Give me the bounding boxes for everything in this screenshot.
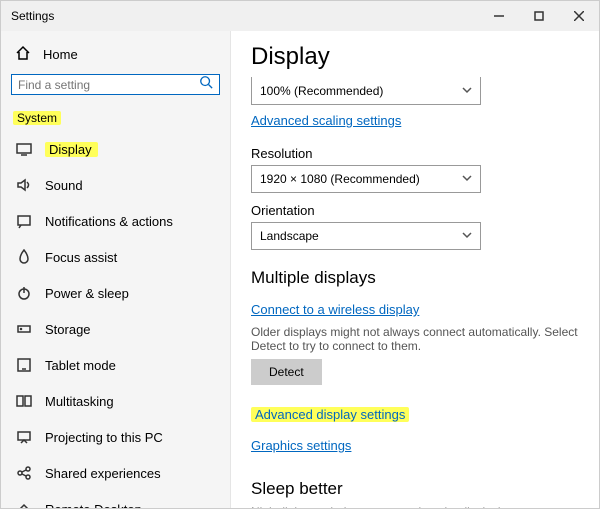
- sidebar: Home System Display Sound: [1, 31, 231, 508]
- sidebar-item-projecting[interactable]: Projecting to this PC: [11, 419, 220, 455]
- breadcrumb: System: [11, 107, 220, 131]
- sidebar-item-focus-assist[interactable]: Focus assist: [11, 239, 220, 275]
- home-link[interactable]: Home: [11, 39, 220, 74]
- sidebar-item-label: Power & sleep: [45, 286, 129, 301]
- sleep-desc: Night light can help you get to sleep by…: [251, 505, 579, 508]
- sidebar-item-label: Multitasking: [45, 394, 114, 409]
- sidebar-item-label: Focus assist: [45, 250, 117, 265]
- advanced-display-link[interactable]: Advanced display settings: [251, 407, 409, 422]
- sidebar-item-shared-experiences[interactable]: Shared experiences: [11, 455, 220, 491]
- content-pane: Display 100% (Recommended) Advanced scal…: [231, 31, 599, 508]
- search-input[interactable]: [18, 78, 199, 92]
- minimize-button[interactable]: [479, 1, 519, 31]
- orientation-dropdown[interactable]: Landscape: [251, 222, 481, 250]
- search-input-wrap[interactable]: [11, 74, 220, 95]
- multitasking-icon: [15, 392, 33, 410]
- close-button[interactable]: [559, 1, 599, 31]
- projecting-icon: [15, 428, 33, 446]
- sidebar-item-label: Remote Desktop: [45, 502, 142, 509]
- sidebar-item-storage[interactable]: Storage: [11, 311, 220, 347]
- shared-icon: [15, 464, 33, 482]
- display-icon: [15, 140, 33, 158]
- orientation-value: Landscape: [260, 229, 319, 243]
- storage-icon: [15, 320, 33, 338]
- titlebar: Settings: [1, 1, 599, 31]
- sidebar-item-multitasking[interactable]: Multitasking: [11, 383, 220, 419]
- resolution-dropdown[interactable]: 1920 × 1080 (Recommended): [251, 165, 481, 193]
- resolution-label: Resolution: [251, 146, 579, 161]
- multi-desc: Older displays might not always connect …: [251, 325, 579, 353]
- advanced-scaling-link[interactable]: Advanced scaling settings: [251, 113, 401, 128]
- tablet-icon: [15, 356, 33, 374]
- maximize-button[interactable]: [519, 1, 559, 31]
- sidebar-item-label: Notifications & actions: [45, 214, 173, 229]
- sidebar-item-label: Shared experiences: [45, 466, 161, 481]
- orientation-label: Orientation: [251, 203, 579, 218]
- sidebar-item-tablet-mode[interactable]: Tablet mode: [11, 347, 220, 383]
- home-label: Home: [43, 47, 78, 62]
- graphics-settings-link[interactable]: Graphics settings: [251, 438, 351, 453]
- connect-wireless-link[interactable]: Connect to a wireless display: [251, 302, 419, 317]
- resolution-value: 1920 × 1080 (Recommended): [260, 172, 420, 186]
- sidebar-item-label: Storage: [45, 322, 91, 337]
- chevron-down-icon: [462, 172, 472, 186]
- scale-value: 100% (Recommended): [260, 84, 383, 98]
- scale-dropdown[interactable]: 100% (Recommended): [251, 77, 481, 105]
- chevron-down-icon: [462, 229, 472, 243]
- sidebar-item-power-sleep[interactable]: Power & sleep: [11, 275, 220, 311]
- detect-button[interactable]: Detect: [251, 359, 322, 385]
- sidebar-item-notifications[interactable]: Notifications & actions: [11, 203, 220, 239]
- sidebar-item-label: Sound: [45, 178, 83, 193]
- sidebar-item-sound[interactable]: Sound: [11, 167, 220, 203]
- sidebar-item-display[interactable]: Display: [11, 131, 220, 167]
- notifications-icon: [15, 212, 33, 230]
- sidebar-item-label: Display: [45, 142, 98, 157]
- home-icon: [15, 45, 31, 64]
- power-icon: [15, 284, 33, 302]
- multiple-displays-heading: Multiple displays: [251, 268, 579, 288]
- sidebar-item-remote-desktop[interactable]: Remote Desktop: [11, 491, 220, 508]
- search-icon: [199, 75, 213, 94]
- sidebar-item-label: Tablet mode: [45, 358, 116, 373]
- chevron-down-icon: [462, 84, 472, 98]
- page-heading: Display: [251, 43, 579, 71]
- remote-desktop-icon: [15, 500, 33, 508]
- focus-assist-icon: [15, 248, 33, 266]
- window-title: Settings: [11, 9, 479, 23]
- sleep-better-heading: Sleep better: [251, 479, 579, 499]
- sidebar-item-label: Projecting to this PC: [45, 430, 163, 445]
- sound-icon: [15, 176, 33, 194]
- nav-list: Display Sound Notifications & actions Fo…: [11, 131, 220, 508]
